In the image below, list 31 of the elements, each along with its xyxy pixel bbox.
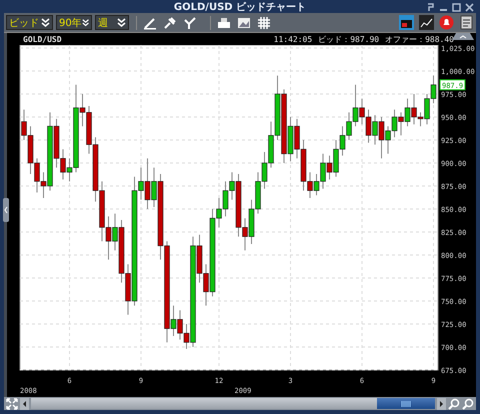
dropdown[interactable]: 週 [95,15,129,30]
grid-icon[interactable] [257,16,271,30]
double-chevron-icon [117,18,126,28]
pencil-icon[interactable] [143,16,157,30]
window-icon[interactable] [399,15,414,30]
collapse-tab[interactable] [452,33,474,40]
maximize-icon[interactable] [452,3,461,12]
grip-icon [401,400,411,406]
symbol-label: GOLD/USD [23,34,62,44]
offer-label: オファー：988.40 [385,34,454,44]
scroll-right-icon[interactable] [437,398,446,410]
pin-icon[interactable] [163,16,177,30]
time-label: 11:42:05 [274,34,312,44]
close-icon[interactable] [465,3,474,12]
image-icon[interactable] [237,16,251,30]
bell-icon[interactable] [439,15,454,30]
chart-icon[interactable] [419,15,434,30]
collapse-handle[interactable] [3,198,9,222]
double-chevron-icon [41,18,50,28]
fork-icon[interactable] [183,16,197,30]
double-chevron-icon [82,18,89,28]
printer-icon[interactable] [217,16,231,30]
dropdown[interactable]: ビッド [6,15,53,30]
scrollbar[interactable] [31,398,435,409]
scroll-left-icon[interactable] [20,398,29,410]
bid-label: ビッド：987.90 [318,34,380,44]
zoom-out-icon[interactable] [462,398,474,410]
dropdown[interactable]: 90年 [56,15,92,30]
window-title: GOLD/USD ビッドチャート [174,0,306,14]
restore-icon[interactable] [426,3,435,12]
document-icon[interactable] [459,15,474,30]
